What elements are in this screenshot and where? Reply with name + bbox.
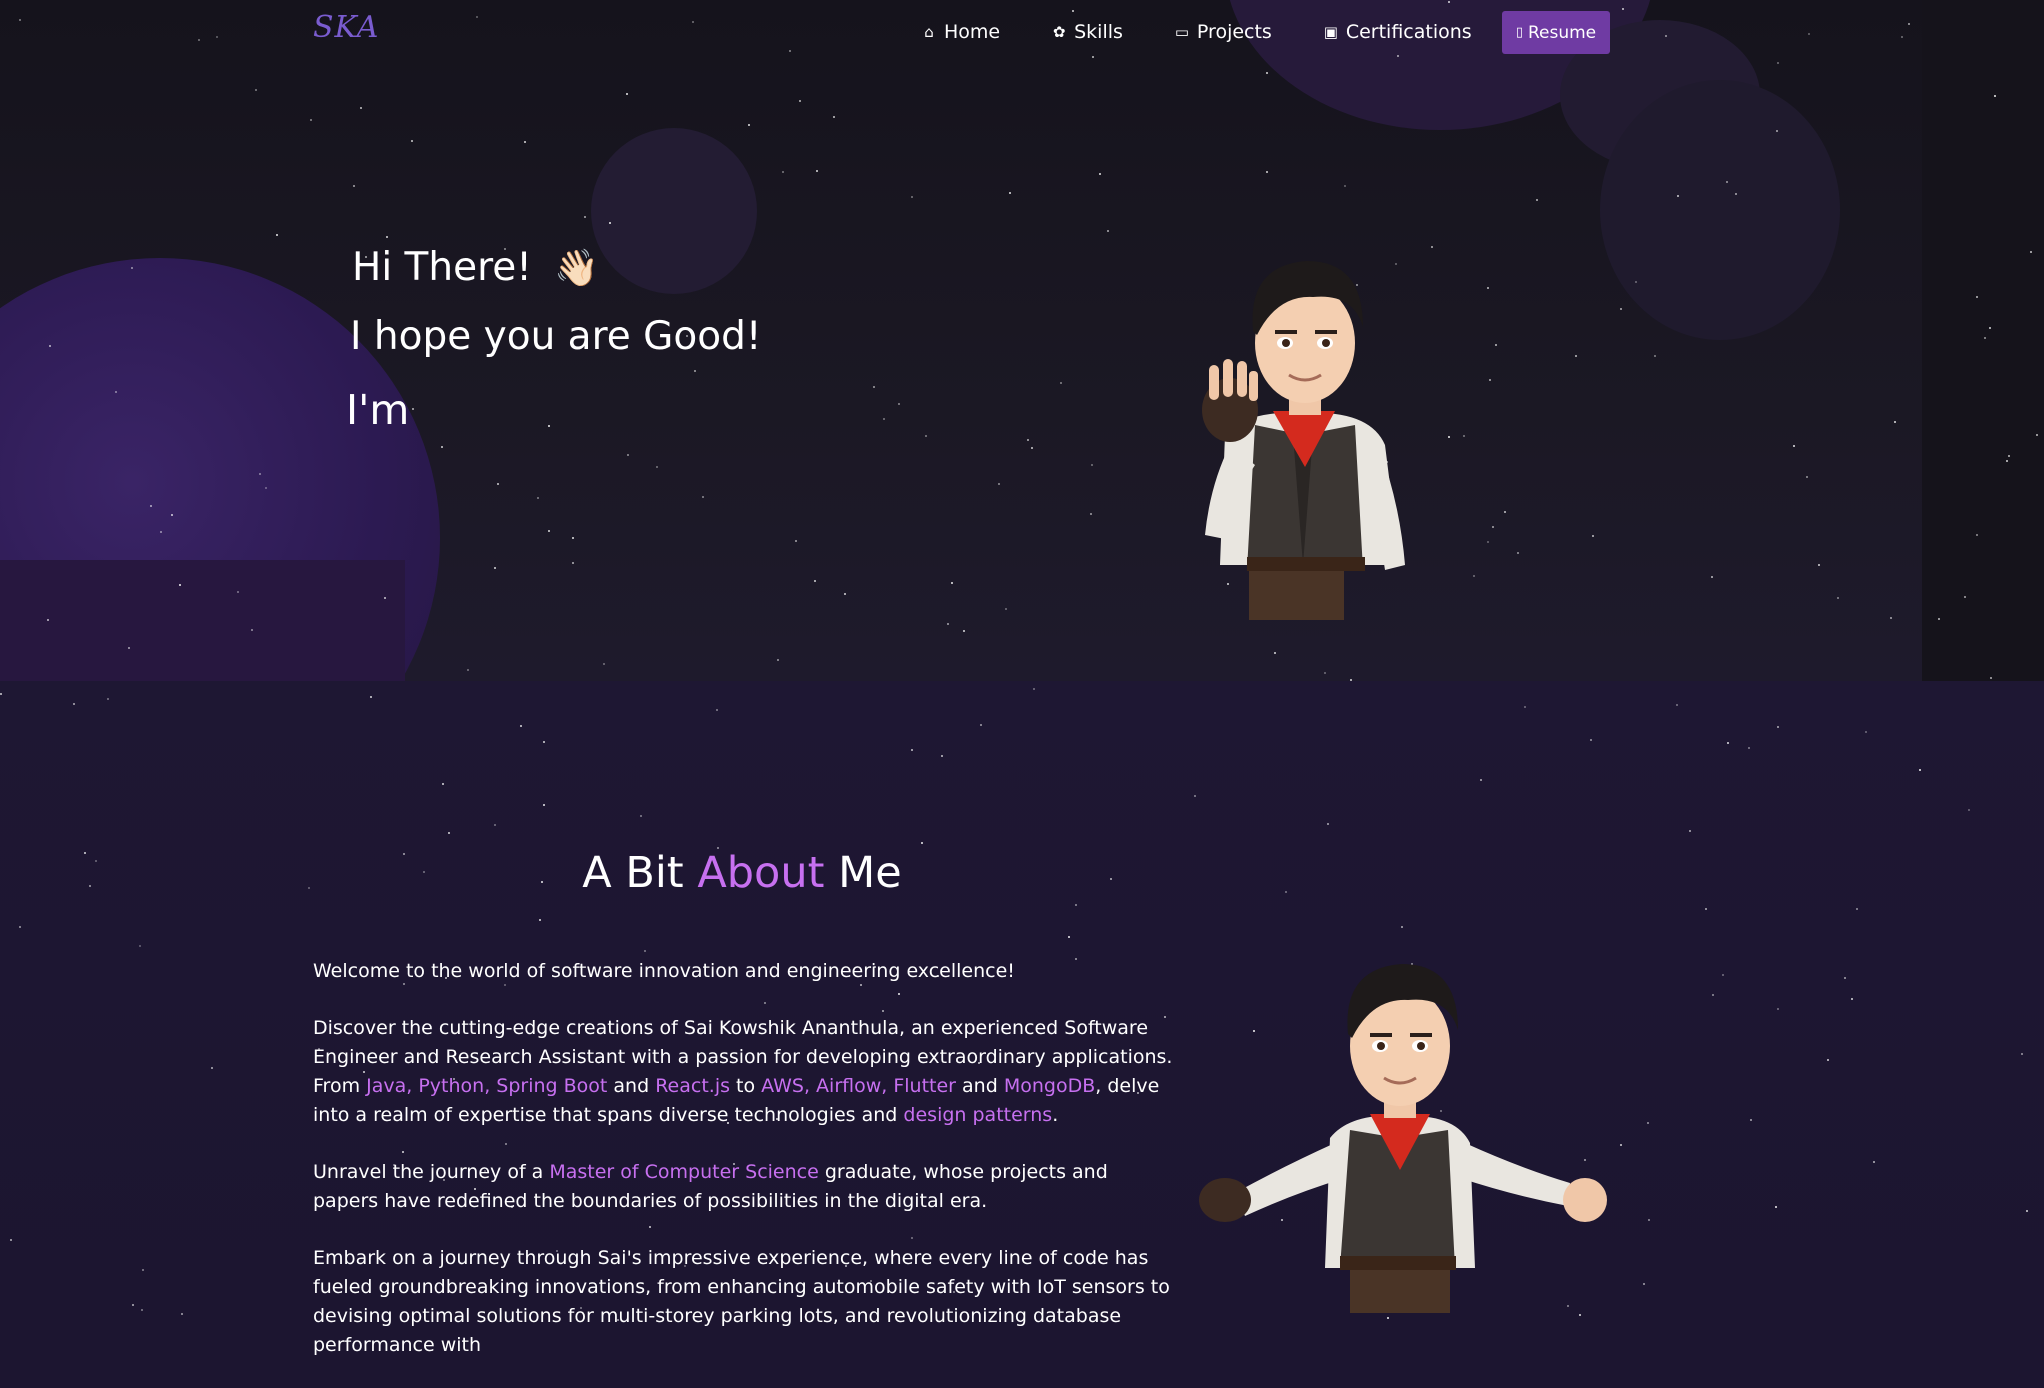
about-p2-highlight-3: AWS, Airflow, Flutter — [761, 1075, 956, 1097]
avatar-waving-image — [1185, 235, 1420, 620]
certificate-icon: ▣ — [1323, 23, 1338, 41]
about-p2-highlight-5: design patterns — [903, 1104, 1053, 1126]
brain-icon: ✿ — [1052, 23, 1066, 41]
presentation-icon: ▭ — [1174, 23, 1190, 41]
nav-home[interactable]: ⌂ Home — [920, 21, 1000, 43]
about-p2-highlight-1: Java, Python, Spring Boot — [366, 1075, 608, 1097]
about-heading-accent: About — [697, 848, 825, 898]
main-nav: ⌂ Home ✿ Skills ▭ Projects ▣ Certificati… — [920, 10, 1522, 54]
site-logo[interactable]: SKA — [313, 10, 379, 45]
hero-subtitle: I hope you are Good! — [350, 314, 762, 359]
nav-home-label: Home — [944, 21, 1001, 43]
nav-skills[interactable]: ✿ Skills — [1050, 21, 1123, 43]
about-heading-part1: A Bit — [582, 848, 684, 898]
resume-button[interactable]: ▯ Resume — [1502, 11, 1610, 54]
hero-right-strip — [1922, 0, 2044, 681]
avatar-welcome-image — [1190, 938, 1610, 1313]
about-heading-part2: Me — [838, 848, 902, 898]
resume-button-label: Resume — [1527, 22, 1597, 43]
about-paragraph-3: Unravel the journey of a Master of Compu… — [313, 1158, 1173, 1216]
about-p2-text-2: and — [607, 1075, 656, 1097]
about-p2-text-3: to — [730, 1075, 762, 1097]
about-heading: A Bit About Me — [300, 848, 1184, 898]
home-icon: ⌂ — [924, 23, 934, 41]
about-p2-text-6: . — [1052, 1104, 1059, 1126]
about-p2-highlight-4: MongoDB — [1003, 1075, 1096, 1097]
nav-projects-label: Projects — [1196, 21, 1272, 43]
about-p3-highlight-1: Master of Computer Science — [549, 1161, 819, 1183]
about-paragraph-2: Discover the cutting-edge creations of S… — [313, 1014, 1173, 1130]
hero-background — [0, 0, 1922, 681]
nav-projects[interactable]: ▭ Projects — [1173, 21, 1272, 43]
about-p2-text-4: and — [956, 1075, 1004, 1097]
decorative-blob-small — [591, 128, 757, 294]
hero-intro: I'm — [346, 386, 410, 434]
document-icon: ▯ — [1515, 25, 1523, 40]
about-paragraph-4: Embark on a journey through Sai's impres… — [313, 1247, 1170, 1356]
decorative-blob-left-base — [0, 560, 405, 681]
about-p2-highlight-2: React.js — [655, 1075, 730, 1097]
about-body: Welcome to the world of software innovat… — [313, 957, 1173, 1388]
nav-skills-label: Skills — [1074, 21, 1123, 43]
decorative-blob-right — [1600, 80, 1840, 340]
hero-greeting: Hi There! 👋🏻 — [352, 245, 599, 290]
wave-icon: 👋🏻 — [554, 248, 600, 289]
nav-certifications[interactable]: ▣ Certifications — [1322, 21, 1472, 43]
about-paragraph-1: Welcome to the world of software innovat… — [313, 960, 1015, 982]
about-p3-text-1: Unravel the journey of a — [313, 1161, 550, 1183]
nav-certifications-label: Certifications — [1345, 21, 1472, 43]
hero-greeting-text: Hi There! — [352, 245, 532, 290]
